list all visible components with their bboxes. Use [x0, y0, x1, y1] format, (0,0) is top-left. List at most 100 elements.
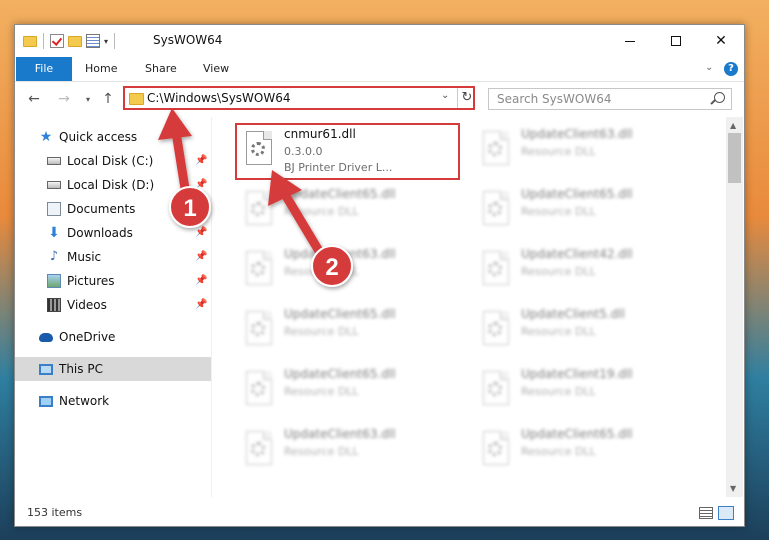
tab-view[interactable]: View — [203, 57, 229, 81]
pin-icon[interactable]: 📌 — [195, 179, 207, 190]
file-tile[interactable]: UpdateClient63.dll Resource DLL — [236, 243, 461, 297]
help-icon[interactable]: ? — [724, 62, 738, 76]
file-name: UpdateClient42.dll — [521, 247, 633, 261]
expand-ribbon-chevron-icon[interactable]: ⌄ — [705, 62, 713, 73]
dll-file-icon — [483, 311, 509, 345]
sidebar-item-label: Documents — [67, 202, 136, 216]
search-placeholder: Search SysWOW64 — [497, 92, 612, 106]
minimize-button[interactable] — [607, 25, 653, 57]
search-input[interactable]: Search SysWOW64 — [488, 88, 732, 110]
sidebar-item-downloads[interactable]: ⬇ Downloads 📌 — [15, 221, 211, 245]
file-tile[interactable]: UpdateClient65.dll Resource DLL — [236, 363, 461, 417]
file-description: Resource DLL — [284, 385, 359, 398]
properties-check-icon[interactable] — [50, 34, 64, 48]
scrollbar-thumb[interactable] — [728, 133, 741, 183]
back-button[interactable]: ← — [23, 88, 45, 110]
sidebar-item-documents[interactable]: Documents 📌 — [15, 197, 211, 221]
properties-icon[interactable] — [86, 34, 100, 48]
back-arrow-icon: ← — [28, 91, 40, 107]
sidebar-item-music[interactable]: ♪ Music 📌 — [15, 245, 211, 269]
gear-icon — [251, 442, 265, 456]
file-name: UpdateClient19.dll — [521, 367, 633, 381]
sidebar-item-local-disk-c[interactable]: Local Disk (C:) 📌 — [15, 149, 211, 173]
file-tile[interactable]: UpdateClient5.dll Resource DLL — [473, 303, 698, 357]
sidebar-item-network[interactable]: Network — [15, 389, 211, 413]
file-tile[interactable]: UpdateClient42.dll Resource DLL — [473, 243, 698, 297]
address-bar[interactable]: C:\Windows\SysWOW64 ⌄ ↻ — [123, 86, 475, 110]
sidebar-item-label: Videos — [67, 298, 107, 312]
sidebar-item-videos[interactable]: Videos 📌 — [15, 293, 211, 317]
file-description: Resource DLL — [521, 265, 596, 278]
gear-icon — [488, 442, 502, 456]
pin-icon[interactable]: 📌 — [195, 227, 207, 238]
folder-icon — [23, 35, 37, 47]
file-tile[interactable]: UpdateClient19.dll Resource DLL — [473, 363, 698, 417]
chevron-down-icon: ▾ — [85, 94, 90, 104]
pin-icon[interactable]: 📌 — [195, 155, 207, 166]
sidebar-item-label: Local Disk (C:) — [67, 154, 154, 168]
dll-file-icon — [483, 191, 509, 225]
gear-icon — [251, 262, 265, 276]
dll-file-icon — [246, 191, 272, 225]
customize-toolbar-dropdown-icon[interactable]: ▾ — [104, 37, 108, 46]
gear-icon — [251, 142, 265, 156]
address-row: ← → ▾ ↑ C:\Windows\SysWOW64 ⌄ ↻ Search S… — [15, 82, 744, 116]
file-tile[interactable]: UpdateClient65.dll Resource DLL — [473, 183, 698, 237]
file-description: Resource DLL — [521, 445, 596, 458]
file-tile[interactable]: UpdateClient63.dll Resource DLL — [473, 123, 698, 177]
refresh-icon[interactable]: ↻ — [457, 88, 476, 108]
file-tile[interactable]: UpdateClient65.dll Resource DLL — [236, 303, 461, 357]
tab-file[interactable]: File — [16, 57, 72, 81]
file-description: Resource DLL — [521, 145, 596, 158]
status-bar: 153 items — [15, 502, 744, 525]
pin-icon[interactable]: 📌 — [195, 251, 207, 262]
new-folder-icon[interactable] — [68, 35, 82, 47]
file-description: Resource DLL — [284, 205, 359, 218]
file-tile[interactable]: UpdateClient65.dll Resource DLL — [236, 183, 461, 237]
navigation-pane: ★ Quick access Local Disk (C:) 📌 Local D… — [15, 117, 211, 497]
forward-button[interactable]: → — [53, 88, 75, 110]
sidebar-item-pictures[interactable]: Pictures 📌 — [15, 269, 211, 293]
close-icon: ✕ — [715, 33, 727, 49]
details-view-icon[interactable] — [699, 507, 713, 519]
file-tile[interactable]: UpdateClient65.dll Resource DLL — [473, 423, 698, 477]
sidebar-item-local-disk-d[interactable]: Local Disk (D:) 📌 — [15, 173, 211, 197]
tab-share[interactable]: Share — [145, 57, 177, 81]
scroll-down-icon[interactable]: ▼ — [730, 484, 736, 493]
pin-icon[interactable]: 📌 — [195, 203, 207, 214]
toolbar-divider — [43, 33, 44, 49]
pin-icon[interactable]: 📌 — [195, 299, 207, 310]
up-button[interactable]: ↑ — [97, 88, 119, 110]
scroll-up-icon[interactable]: ▲ — [730, 121, 736, 130]
file-description: Resource DLL — [521, 385, 596, 398]
tab-home[interactable]: Home — [85, 57, 117, 81]
gear-icon — [251, 322, 265, 336]
file-tile-cnmur61[interactable]: cnmur61.dll 0.3.0.0 BJ Printer Driver L.… — [236, 123, 461, 177]
tiles-view-icon[interactable] — [718, 506, 734, 520]
address-history-chevron-icon[interactable]: ⌄ — [441, 90, 449, 101]
sidebar-item-this-pc[interactable]: This PC — [15, 357, 211, 381]
recent-locations-button[interactable]: ▾ — [77, 88, 99, 110]
music-icon: ♪ — [49, 249, 59, 264]
maximize-button[interactable] — [653, 25, 699, 57]
dll-file-icon — [246, 131, 272, 165]
gear-icon — [488, 202, 502, 216]
quick-access-toolbar: ▾ — [23, 33, 117, 49]
minimize-icon — [625, 40, 635, 42]
folder-icon — [129, 93, 144, 105]
pin-icon[interactable]: 📌 — [195, 275, 207, 286]
sidebar-item-quick-access[interactable]: ★ Quick access — [15, 125, 211, 149]
close-button[interactable]: ✕ — [698, 25, 744, 57]
file-description: Resource DLL — [521, 325, 596, 338]
file-tile[interactable]: UpdateClient63.dll Resource DLL — [236, 423, 461, 477]
dll-file-icon — [246, 311, 272, 345]
address-path[interactable]: C:\Windows\SysWOW64 — [147, 91, 291, 105]
cloud-icon — [39, 332, 53, 342]
network-icon — [39, 395, 53, 407]
sidebar-item-onedrive[interactable]: OneDrive — [15, 325, 211, 349]
file-explorer-window: ▾ SysWOW64 ✕ File Home Share View ⌄ ? ← … — [14, 24, 745, 527]
gear-icon — [488, 322, 502, 336]
dll-file-icon — [483, 371, 509, 405]
dll-file-icon — [246, 431, 272, 465]
vertical-scrollbar[interactable]: ▲ ▼ — [726, 117, 743, 497]
